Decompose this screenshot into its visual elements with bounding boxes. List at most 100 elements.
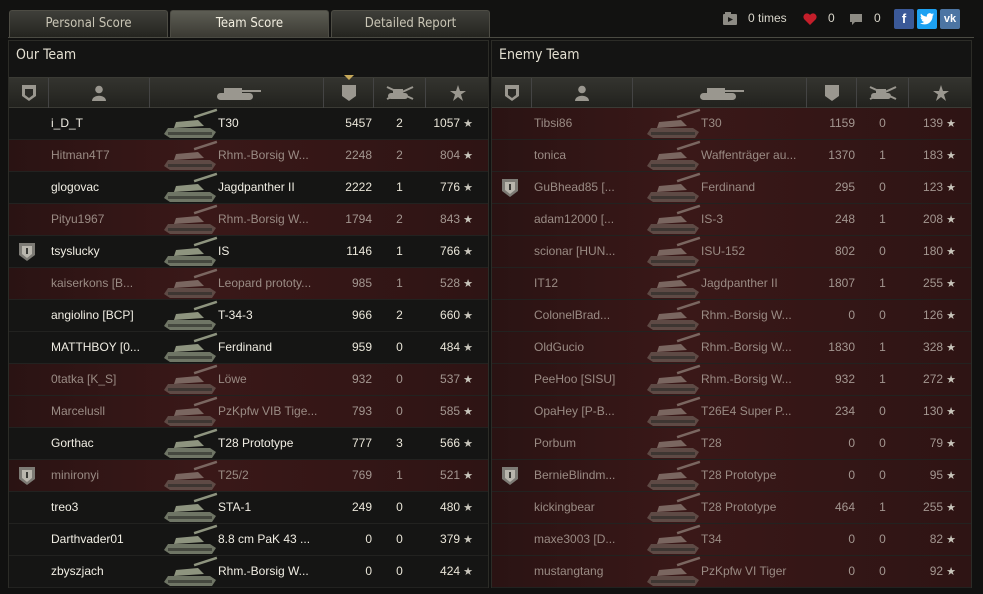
player-row[interactable]: kickingbear T28 Prototype 464 1 255 ★ (492, 492, 971, 524)
xp-number: 528 (440, 276, 461, 290)
facebook-icon[interactable]: f (894, 9, 914, 29)
vehicle-name: IS (218, 244, 230, 258)
vehicle-name: T30 (218, 116, 239, 130)
player-row[interactable]: Tibsi86 T30 1159 0 139 ★ (492, 108, 971, 140)
damage-column-header[interactable] (324, 75, 374, 108)
damage-value: 985 (351, 276, 372, 290)
vehicle-column-header[interactable] (150, 78, 324, 108)
player-row[interactable]: angiolino [BCP] T-34-3 966 2 660 ★ (9, 300, 488, 332)
player-row[interactable]: Porbum T28 0 0 79 ★ (492, 428, 971, 460)
player-row[interactable]: minironyi T25/2 769 1 521 ★ (9, 460, 488, 492)
player-row[interactable]: Gorthac T28 Prototype 777 3 566 ★ (9, 428, 488, 460)
player-row[interactable]: glogovac Jagdpanther II 2222 1 776 ★ (9, 172, 488, 204)
heart-icon[interactable] (802, 11, 818, 27)
enemy-team-rows: Tibsi86 T30 1159 0 139 ★ tonica Waffenträger a… (492, 108, 971, 588)
player-row[interactable]: tsyslucky IS 1146 1 766 ★ (9, 236, 488, 268)
vehicle-name: Ferdinand (701, 180, 756, 194)
xp-number: 92 (929, 564, 944, 578)
xp-value: 1057 ★ (427, 108, 473, 139)
vk-icon[interactable]: vk (940, 9, 960, 29)
xp-value: 139 ★ (910, 108, 956, 139)
player-row[interactable]: OpaHey [P-B... T26E4 Super P... 234 0 130 ★ (492, 396, 971, 428)
xp-number: 537 (440, 372, 461, 386)
player-column-header[interactable] (49, 78, 150, 108)
kills-value: 1 (879, 212, 886, 226)
kills-column-header[interactable] (857, 78, 909, 108)
damage-value: 1370 (828, 148, 855, 162)
tab-personal-score[interactable]: Personal Score (9, 10, 168, 37)
twitter-icon[interactable] (917, 9, 937, 29)
player-row[interactable]: Pityu1967 Rhm.-Borsig W... 1794 2 843 ★ (9, 204, 488, 236)
vehicle-column-header[interactable] (633, 78, 807, 108)
tab-team-score[interactable]: Team Score (170, 10, 329, 37)
star-icon: ★ (460, 342, 473, 354)
player-row[interactable]: zbyszjach Rhm.-Borsig W... 0 0 424 ★ (9, 556, 488, 588)
kills-column-header[interactable] (374, 78, 426, 108)
vehicle-name: T-34-3 (218, 308, 253, 322)
damage-value: 248 (834, 212, 855, 226)
xp-column-header[interactable] (426, 78, 490, 108)
vehicle-name: Waffenträger au... (701, 148, 797, 162)
player-row[interactable]: mustangtang PzKpfw VI Tiger 0 0 92 ★ (492, 556, 971, 588)
tank-icon (647, 332, 701, 362)
kills-value: 3 (396, 436, 403, 450)
kills-value: 1 (396, 468, 403, 482)
player-row[interactable]: maxe3003 [D... T34 0 0 82 ★ (492, 524, 971, 556)
player-row[interactable]: BernieBlindm... T28 Prototype 0 0 95 ★ (492, 460, 971, 492)
star-icon: ★ (943, 374, 956, 386)
xp-column-header[interactable] (909, 78, 973, 108)
tank-icon (164, 332, 218, 362)
damage-value: 234 (834, 404, 855, 418)
player-row[interactable]: MATTHBOY [0... Ferdinand 959 0 484 ★ (9, 332, 488, 364)
damage-value: 0 (848, 308, 855, 322)
player-row[interactable]: treo3 STA-1 249 0 480 ★ (9, 492, 488, 524)
xp-value: 585 ★ (427, 396, 473, 427)
damage-value: 959 (351, 340, 372, 354)
tab-detailed-report[interactable]: Detailed Report (331, 10, 490, 37)
player-name: scionar [HUN... (534, 244, 616, 258)
player-row[interactable]: tonica Waffenträger au... 1370 1 183 ★ (492, 140, 971, 172)
vehicle-name: Rhm.-Borsig W... (701, 308, 792, 322)
player-row[interactable]: kaiserkons [B... Leopard prototy... 985 1 52… (9, 268, 488, 300)
damage-value: 769 (351, 468, 372, 482)
badge-column-header[interactable] (492, 78, 532, 108)
player-name: IT12 (534, 276, 559, 290)
vehicle-name: Löwe (218, 372, 247, 386)
xp-number: 660 (440, 308, 461, 322)
xp-value: 521 ★ (427, 460, 473, 491)
player-row[interactable]: GuBhead85 [... Ferdinand 295 0 123 ★ (492, 172, 971, 204)
tank-icon (164, 108, 218, 138)
player-row[interactable]: Hitman4T7 Rhm.-Borsig W... 2248 2 804 ★ (9, 140, 488, 172)
player-name: tsyslucky (51, 244, 100, 258)
vehicle-name: 8.8 cm PaK 43 ... (218, 532, 311, 546)
player-row[interactable]: OldGucio Rhm.-Borsig W... 1830 1 328 ★ (492, 332, 971, 364)
xp-value: 537 ★ (427, 364, 473, 395)
vehicle-name: T28 (701, 436, 722, 450)
tank-icon (647, 140, 701, 170)
damage-column-header[interactable] (807, 78, 857, 108)
comment-icon[interactable] (848, 11, 864, 27)
player-row[interactable]: PeeHoo [SISU] Rhm.-Borsig W... 932 1 272 ★ (492, 364, 971, 396)
damage-value: 932 (351, 372, 372, 386)
tank-icon (164, 492, 218, 522)
player-name: kickingbear (534, 500, 595, 514)
player-row[interactable]: ColonelBrad... Rhm.-Borsig W... 0 0 126 ★ (492, 300, 971, 332)
sort-arrow-icon (343, 75, 354, 80)
star-icon: ★ (460, 214, 473, 226)
player-row[interactable]: adam12000 [... IS-3 248 1 208 ★ (492, 204, 971, 236)
player-row[interactable]: Darthvader01 8.8 cm PaK 43 ... 0 0 379 ★ (9, 524, 488, 556)
player-row[interactable]: IT12 Jagdpanther II 1807 1 255 ★ (492, 268, 971, 300)
player-row[interactable]: i_D_T T30 5457 2 1057 ★ (9, 108, 488, 140)
star-icon: ★ (943, 182, 956, 194)
player-row[interactable]: 0tatka [K_S] Löwe 932 0 537 ★ (9, 364, 488, 396)
player-row[interactable]: Marcelusll PzKpfw VIB Tige... 793 0 585 ★ (9, 396, 488, 428)
star-icon: ★ (943, 214, 956, 226)
player-row[interactable]: scionar [HUN... ISU-152 802 0 180 ★ (492, 236, 971, 268)
vehicle-name: Jagdpanther II (218, 180, 295, 194)
our-team-rows: i_D_T T30 5457 2 1057 ★ Hitman4T7 Rhm.-Borsig … (9, 108, 488, 588)
kills-value: 0 (879, 244, 886, 258)
tank-icon (647, 108, 701, 138)
badge-column-header[interactable] (9, 78, 49, 108)
tank-icon (164, 524, 218, 554)
player-column-header[interactable] (532, 78, 633, 108)
